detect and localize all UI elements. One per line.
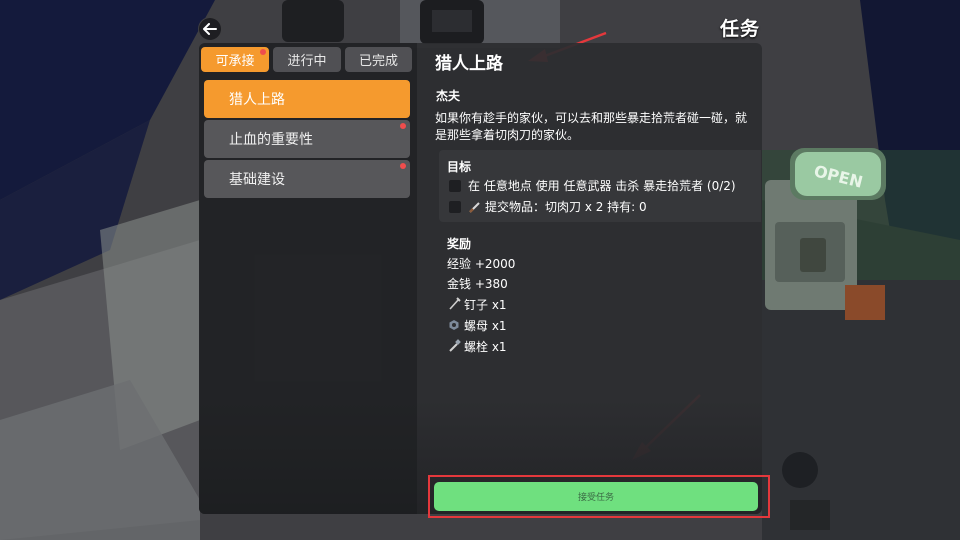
quest-description: 如果你有趁手的家伙，可以去和那些暴走拾荒者碰一碰，就是那些拿着切肉刀的家伙。 (435, 111, 748, 142)
reward-item: 螺栓 x1 (447, 338, 507, 354)
nut-icon (449, 320, 459, 330)
arrow-left-icon (203, 23, 217, 35)
quest-item-stop-bleeding[interactable]: 止血的重要性 (204, 120, 410, 158)
objective-text: 在 任意地点 使用 任意武器 击杀 暴走拾荒者 (0/2) (468, 179, 736, 193)
nail-icon (449, 297, 461, 310)
screen-title: 任务 (719, 18, 760, 40)
tab-label: 可承接 (215, 54, 255, 69)
reward-text: 螺母 x1 (464, 318, 507, 333)
reward-item: 金钱 +380 (447, 275, 508, 291)
accept-button-label: 接受任务 (577, 493, 614, 503)
reward-item: 螺母 x1 (447, 317, 507, 333)
quest-item-infrastructure[interactable]: 基础建设 (204, 160, 410, 198)
objective-text: 提交物品：切肉刀 x 2 持有: 0 (485, 200, 647, 214)
notification-dot (260, 49, 266, 55)
objectives-heading: 目标 (447, 160, 472, 174)
quest-item-label: 基础建设 (229, 172, 285, 188)
reward-item: 钉子 x1 (447, 296, 507, 312)
tab-available[interactable]: 可承接 (201, 47, 269, 72)
objective-item: 在 任意地点 使用 任意武器 击杀 暴走拾荒者 (0/2) (449, 177, 736, 194)
tab-in-progress[interactable]: 进行中 (273, 47, 341, 72)
reward-text: 螺栓 x1 (464, 339, 507, 354)
quest-item-label: 猎人上路 (229, 92, 285, 108)
back-button[interactable] (198, 17, 222, 41)
objective-checkbox (449, 179, 461, 192)
objective-item: 提交物品：切肉刀 x 2 持有: 0 (449, 198, 647, 215)
notification-dot (400, 123, 406, 129)
quest-item-hunter-on-the-road[interactable]: 猎人上路 (204, 80, 410, 118)
cleaver-icon (469, 201, 480, 213)
tab-label: 已完成 (358, 54, 398, 69)
tab-label: 进行中 (287, 54, 327, 69)
reward-text: 金钱 +380 (447, 276, 508, 291)
quest-title: 猎人上路 (435, 54, 503, 74)
reward-text: 钉子 x1 (464, 297, 507, 312)
bolt-icon (449, 339, 461, 352)
reward-text: 经验 +2000 (447, 256, 516, 271)
rewards-heading: 奖励 (447, 237, 472, 251)
accept-quest-button[interactable]: 接受任务 (434, 482, 758, 511)
notification-dot (400, 163, 406, 169)
quest-giver: 杰夫 (436, 89, 461, 103)
reward-item: 经验 +2000 (447, 255, 515, 271)
tab-completed[interactable]: 已完成 (345, 47, 412, 72)
quest-item-label: 止血的重要性 (229, 132, 313, 148)
objective-checkbox (449, 200, 461, 213)
